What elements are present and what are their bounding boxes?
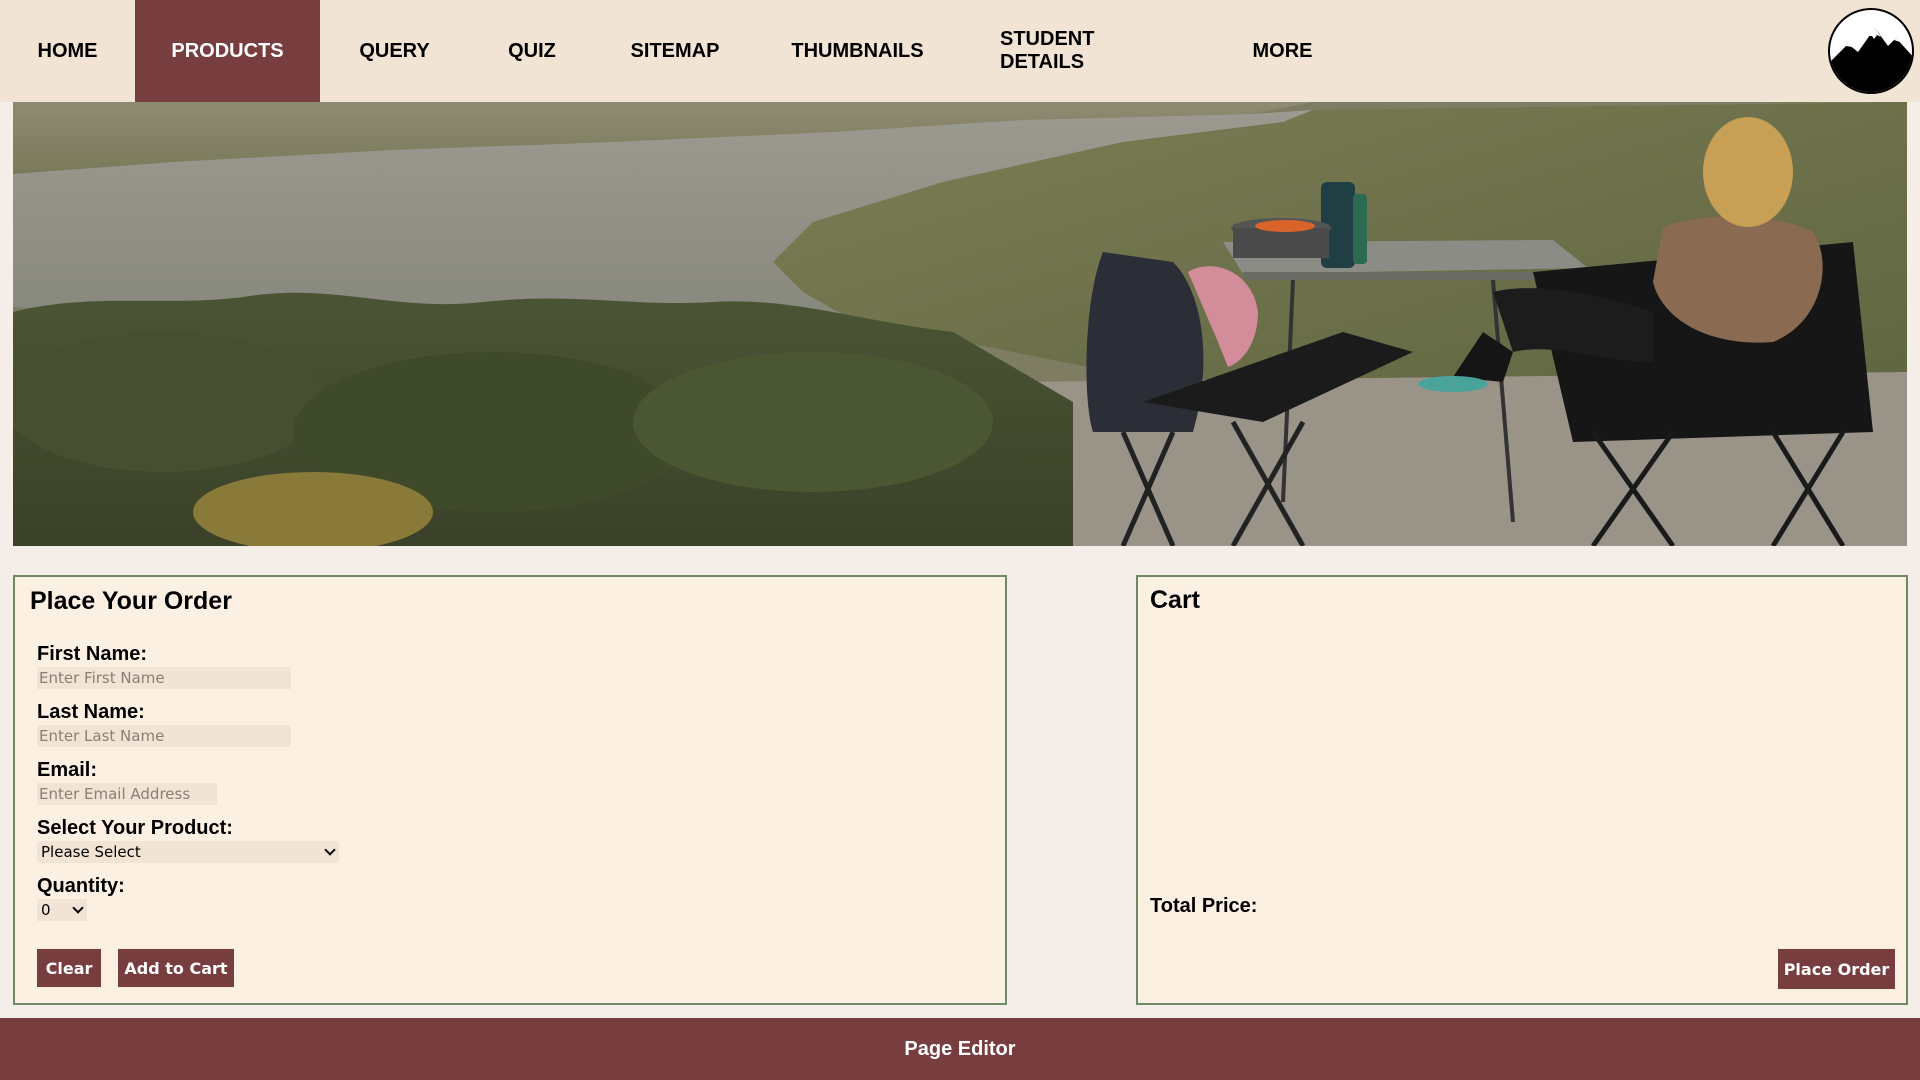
chevron-down-icon (324, 844, 336, 856)
nav-more[interactable]: MORE (1216, 0, 1349, 102)
quantity-select[interactable]: 0 (37, 899, 87, 921)
first-name-label: First Name: (37, 643, 148, 665)
first-name-field-group: First Name: (37, 643, 291, 689)
nav-student-details[interactable]: STUDENT DETAILS (960, 0, 1216, 102)
quantity-selected-value: 0 (41, 901, 51, 919)
product-field-group: Select Your Product: Please Select (37, 817, 339, 863)
total-price-label: Total Price: (1150, 895, 1258, 917)
order-panel: Place Your Order First Name: Last Name: … (13, 575, 1007, 1005)
footer-label: Page Editor (904, 1037, 1016, 1060)
last-name-label: Last Name: (37, 701, 145, 723)
main-nav: HOME PRODUCTS QUERY QUIZ SITEMAP THUMBNA… (0, 0, 1920, 102)
product-label: Select Your Product: (37, 817, 233, 839)
chevron-down-icon (72, 902, 84, 914)
nav-home[interactable]: HOME (0, 0, 135, 102)
last-name-field-group: Last Name: (37, 701, 291, 747)
first-name-input[interactable] (37, 667, 291, 689)
nav-sitemap[interactable]: SITEMAP (595, 0, 755, 102)
last-name-input[interactable] (37, 725, 291, 747)
cart-title: Cart (1150, 586, 1201, 614)
product-select[interactable]: Please Select (37, 841, 339, 863)
clear-button[interactable]: Clear (37, 949, 101, 987)
mountain-logo-svg (1830, 28, 1912, 92)
quantity-label: Quantity: (37, 875, 125, 897)
page-editor-footer[interactable]: Page Editor (0, 1018, 1920, 1080)
nav-thumbnails[interactable]: THUMBNAILS (755, 0, 960, 102)
cart-panel: Cart Total Price: Place Order (1136, 575, 1908, 1005)
quantity-field-group: Quantity: 0 (37, 875, 125, 921)
nav-quiz[interactable]: QUIZ (469, 0, 595, 102)
email-input[interactable] (37, 783, 217, 805)
add-to-cart-button[interactable]: Add to Cart (118, 949, 234, 987)
hero-illustration (13, 102, 1907, 546)
email-field-group: Email: (37, 759, 217, 805)
nav-query[interactable]: QUERY (320, 0, 469, 102)
email-label: Email: (37, 759, 98, 781)
mountain-logo-icon[interactable] (1828, 8, 1914, 94)
product-selected-value: Please Select (41, 843, 141, 861)
order-title: Place Your Order (30, 587, 232, 615)
nav-products[interactable]: PRODUCTS (135, 0, 320, 102)
hero-landscape-image (13, 102, 1907, 546)
place-order-button[interactable]: Place Order (1778, 949, 1895, 989)
